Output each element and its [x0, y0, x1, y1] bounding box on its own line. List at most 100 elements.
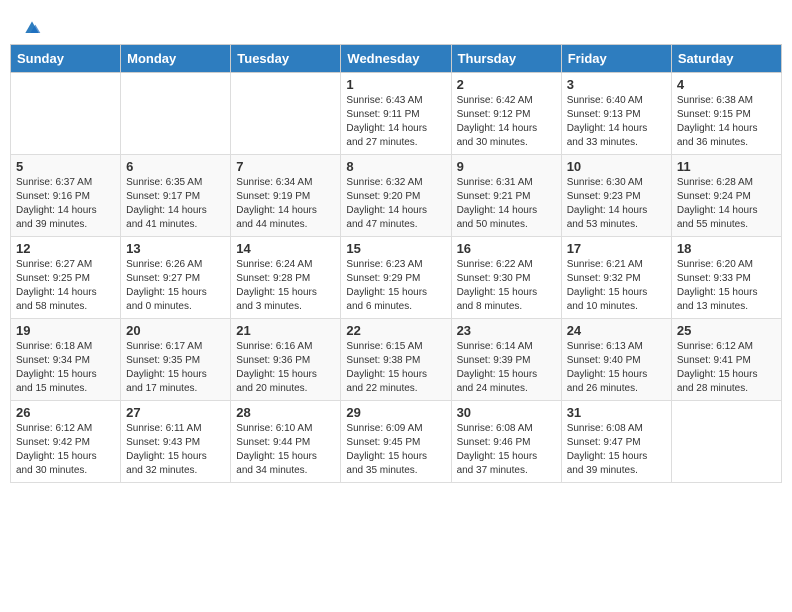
day-info: Sunrise: 6:24 AM Sunset: 9:28 PM Dayligh…	[236, 258, 335, 314]
calendar-day-cell: 9 Sunrise: 6:31 AM Sunset: 9:21 PM Daylig…	[451, 155, 561, 237]
day-info: Sunrise: 6:34 AM Sunset: 9:19 PM Dayligh…	[236, 176, 335, 232]
day-info: Sunrise: 6:15 AM Sunset: 9:38 PM Dayligh…	[346, 340, 445, 396]
calendar-day-cell: 31 Sunrise: 6:08 AM Sunset: 9:47 PM Dayli…	[561, 401, 671, 483]
calendar-day-cell	[11, 73, 121, 155]
calendar-day-cell: 10Sunrise: 6:30 AM Sunset: 9:23 PM Dayli…	[561, 155, 671, 237]
day-info: Sunrise: 6:08 AM Sunset: 9:46 PM Dayligh…	[457, 422, 556, 478]
day-number: 16	[457, 241, 556, 256]
day-number: 19	[16, 323, 115, 338]
day-info: Sunrise: 6:08 AM Sunset: 9:47 PM Dayligh…	[567, 422, 666, 478]
calendar-day-cell: 30 Sunrise: 6:08 AM Sunset: 9:46 PM Dayli…	[451, 401, 561, 483]
day-number: 17	[567, 241, 666, 256]
day-info: Sunrise: 6:23 AM Sunset: 9:29 PM Dayligh…	[346, 258, 445, 314]
day-number: 9	[457, 159, 556, 174]
calendar-week-row: 12 Sunrise: 6:27 AM Sunset: 9:25 PM Dayli…	[11, 237, 782, 319]
day-number: 6	[126, 159, 225, 174]
day-number: 15	[346, 241, 445, 256]
day-number: 5	[16, 159, 115, 174]
calendar-week-row: 1 Sunrise: 6:43 AM Sunset: 9:11 PM Daylig…	[11, 73, 782, 155]
calendar-day-cell: 17 Sunrise: 6:21 AM Sunset: 9:32 PM Dayli…	[561, 237, 671, 319]
day-number: 23	[457, 323, 556, 338]
calendar-day-cell: 11 Sunrise: 6:28 AM Sunset: 9:24 PM Dayli…	[671, 155, 781, 237]
day-number: 28	[236, 405, 335, 420]
calendar-day-header: Tuesday	[231, 45, 341, 73]
day-number: 24	[567, 323, 666, 338]
calendar-day-cell: 18 Sunrise: 6:20 AM Sunset: 9:33 PM Dayli…	[671, 237, 781, 319]
day-info: Sunrise: 6:28 AM Sunset: 9:24 PM Dayligh…	[677, 176, 776, 232]
page-header	[10, 10, 782, 40]
calendar-day-header: Wednesday	[341, 45, 451, 73]
day-number: 30	[457, 405, 556, 420]
day-info: Sunrise: 6:26 AM Sunset: 9:27 PM Dayligh…	[126, 258, 225, 314]
calendar-day-header: Sunday	[11, 45, 121, 73]
day-number: 11	[677, 159, 776, 174]
day-number: 2	[457, 77, 556, 92]
day-number: 27	[126, 405, 225, 420]
day-info: Sunrise: 6:13 AM Sunset: 9:40 PM Dayligh…	[567, 340, 666, 396]
calendar-day-cell: 8 Sunrise: 6:32 AM Sunset: 9:20 PM Daylig…	[341, 155, 451, 237]
day-info: Sunrise: 6:31 AM Sunset: 9:21 PM Dayligh…	[457, 176, 556, 232]
day-number: 26	[16, 405, 115, 420]
day-info: Sunrise: 6:12 AM Sunset: 9:41 PM Dayligh…	[677, 340, 776, 396]
calendar-header-row: SundayMondayTuesdayWednesdayThursdayFrid…	[11, 45, 782, 73]
day-number: 22	[346, 323, 445, 338]
day-info: Sunrise: 6:35 AM Sunset: 9:17 PM Dayligh…	[126, 176, 225, 232]
calendar-day-cell: 29 Sunrise: 6:09 AM Sunset: 9:45 PM Dayli…	[341, 401, 451, 483]
calendar-table: SundayMondayTuesdayWednesdayThursdayFrid…	[10, 44, 782, 483]
day-number: 4	[677, 77, 776, 92]
day-number: 1	[346, 77, 445, 92]
calendar-day-cell: 25 Sunrise: 6:12 AM Sunset: 9:41 PM Dayli…	[671, 319, 781, 401]
calendar-day-cell: 6 Sunrise: 6:35 AM Sunset: 9:17 PM Daylig…	[121, 155, 231, 237]
day-info: Sunrise: 6:22 AM Sunset: 9:30 PM Dayligh…	[457, 258, 556, 314]
day-info: Sunrise: 6:14 AM Sunset: 9:39 PM Dayligh…	[457, 340, 556, 396]
calendar-week-row: 26 Sunrise: 6:12 AM Sunset: 9:42 PM Dayli…	[11, 401, 782, 483]
day-info: Sunrise: 6:27 AM Sunset: 9:25 PM Dayligh…	[16, 258, 115, 314]
day-info: Sunrise: 6:42 AM Sunset: 9:12 PM Dayligh…	[457, 94, 556, 150]
calendar-day-cell: 28 Sunrise: 6:10 AM Sunset: 9:44 PM Dayli…	[231, 401, 341, 483]
calendar-day-cell: 26 Sunrise: 6:12 AM Sunset: 9:42 PM Dayli…	[11, 401, 121, 483]
logo-icon	[22, 18, 42, 38]
calendar-day-header: Thursday	[451, 45, 561, 73]
calendar-week-row: 19Sunrise: 6:18 AM Sunset: 9:34 PM Dayli…	[11, 319, 782, 401]
day-info: Sunrise: 6:43 AM Sunset: 9:11 PM Dayligh…	[346, 94, 445, 150]
calendar-day-cell: 21 Sunrise: 6:16 AM Sunset: 9:36 PM Dayli…	[231, 319, 341, 401]
day-info: Sunrise: 6:38 AM Sunset: 9:15 PM Dayligh…	[677, 94, 776, 150]
day-number: 13	[126, 241, 225, 256]
day-info: Sunrise: 6:30 AM Sunset: 9:23 PM Dayligh…	[567, 176, 666, 232]
day-number: 29	[346, 405, 445, 420]
calendar-day-cell: 2 Sunrise: 6:42 AM Sunset: 9:12 PM Daylig…	[451, 73, 561, 155]
calendar-day-cell	[121, 73, 231, 155]
calendar-day-cell: 24 Sunrise: 6:13 AM Sunset: 9:40 PM Dayli…	[561, 319, 671, 401]
calendar-day-cell: 16 Sunrise: 6:22 AM Sunset: 9:30 PM Dayli…	[451, 237, 561, 319]
day-number: 18	[677, 241, 776, 256]
day-info: Sunrise: 6:16 AM Sunset: 9:36 PM Dayligh…	[236, 340, 335, 396]
day-info: Sunrise: 6:17 AM Sunset: 9:35 PM Dayligh…	[126, 340, 225, 396]
day-number: 20	[126, 323, 225, 338]
day-number: 7	[236, 159, 335, 174]
day-number: 8	[346, 159, 445, 174]
calendar-day-cell: 4 Sunrise: 6:38 AM Sunset: 9:15 PM Daylig…	[671, 73, 781, 155]
calendar-day-header: Friday	[561, 45, 671, 73]
calendar-day-cell: 13 Sunrise: 6:26 AM Sunset: 9:27 PM Dayli…	[121, 237, 231, 319]
day-info: Sunrise: 6:21 AM Sunset: 9:32 PM Dayligh…	[567, 258, 666, 314]
day-number: 14	[236, 241, 335, 256]
day-info: Sunrise: 6:20 AM Sunset: 9:33 PM Dayligh…	[677, 258, 776, 314]
calendar-day-cell: 22 Sunrise: 6:15 AM Sunset: 9:38 PM Dayli…	[341, 319, 451, 401]
calendar-day-cell: 27Sunrise: 6:11 AM Sunset: 9:43 PM Dayli…	[121, 401, 231, 483]
day-number: 31	[567, 405, 666, 420]
day-info: Sunrise: 6:32 AM Sunset: 9:20 PM Dayligh…	[346, 176, 445, 232]
day-info: Sunrise: 6:40 AM Sunset: 9:13 PM Dayligh…	[567, 94, 666, 150]
day-number: 25	[677, 323, 776, 338]
calendar-day-header: Monday	[121, 45, 231, 73]
day-info: Sunrise: 6:37 AM Sunset: 9:16 PM Dayligh…	[16, 176, 115, 232]
calendar-day-cell: 5 Sunrise: 6:37 AM Sunset: 9:16 PM Daylig…	[11, 155, 121, 237]
day-number: 3	[567, 77, 666, 92]
day-info: Sunrise: 6:09 AM Sunset: 9:45 PM Dayligh…	[346, 422, 445, 478]
day-info: Sunrise: 6:10 AM Sunset: 9:44 PM Dayligh…	[236, 422, 335, 478]
calendar-day-cell: 1 Sunrise: 6:43 AM Sunset: 9:11 PM Daylig…	[341, 73, 451, 155]
calendar-day-cell: 3 Sunrise: 6:40 AM Sunset: 9:13 PM Daylig…	[561, 73, 671, 155]
day-number: 12	[16, 241, 115, 256]
day-number: 21	[236, 323, 335, 338]
logo	[20, 18, 42, 34]
day-info: Sunrise: 6:12 AM Sunset: 9:42 PM Dayligh…	[16, 422, 115, 478]
